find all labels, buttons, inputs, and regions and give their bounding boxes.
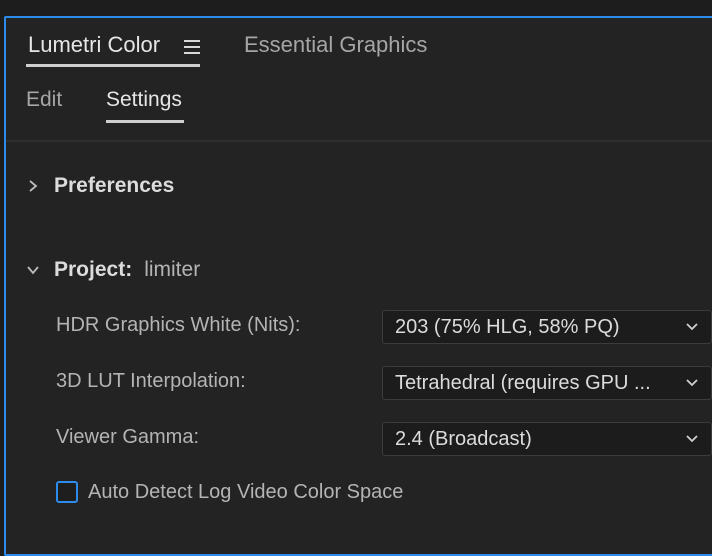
auto-detect-log-row: Auto Detect Log Video Color Space [56, 478, 403, 506]
auto-detect-log-checkbox[interactable] [56, 481, 78, 503]
tab-lumetri-color[interactable]: Lumetri Color [28, 32, 160, 58]
preferences-title: Preferences [54, 174, 175, 197]
chevron-down-icon [686, 323, 698, 331]
tab-essential-graphics[interactable]: Essential Graphics [244, 32, 427, 58]
project-title: Project: [54, 258, 133, 281]
viewer-gamma-label: Viewer Gamma: [56, 426, 200, 448]
hdr-graphics-white-dropdown[interactable]: 203 (75% HLG, 58% PQ) [382, 310, 712, 344]
lumetri-panel: Lumetri Color Essential Graphics Edit Se… [4, 16, 712, 556]
subtab-edit[interactable]: Edit [26, 88, 62, 112]
preferences-section-header[interactable]: Preferences [26, 172, 174, 200]
divider [6, 140, 712, 142]
chevron-down-icon [686, 435, 698, 443]
lut-interpolation-dropdown[interactable]: Tetrahedral (requires GPU ... [382, 366, 712, 400]
subtab-settings[interactable]: Settings [106, 88, 182, 112]
chevron-down-icon [27, 266, 39, 275]
lut-interpolation-label: 3D LUT Interpolation: [56, 370, 246, 392]
hdr-graphics-white-label: HDR Graphics White (Nits): [56, 314, 301, 336]
active-tab-indicator [26, 64, 200, 67]
active-subtab-indicator [106, 120, 184, 123]
project-name: limiter [144, 258, 201, 281]
panel-tab-bar: Lumetri Color Essential Graphics [6, 18, 712, 70]
project-section-header[interactable]: Project: limiter [26, 256, 200, 284]
lut-interpolation-value: Tetrahedral (requires GPU ... [395, 371, 651, 394]
hdr-graphics-white-value: 203 (75% HLG, 58% PQ) [395, 315, 620, 338]
panel-menu-icon[interactable] [184, 40, 200, 54]
chevron-down-icon [686, 379, 698, 387]
viewer-gamma-dropdown[interactable]: 2.4 (Broadcast) [382, 422, 712, 456]
viewer-gamma-value: 2.4 (Broadcast) [395, 427, 532, 450]
auto-detect-log-label[interactable]: Auto Detect Log Video Color Space [88, 481, 403, 504]
chevron-right-icon [29, 180, 38, 192]
sub-tab-bar: Edit Settings [6, 78, 712, 138]
